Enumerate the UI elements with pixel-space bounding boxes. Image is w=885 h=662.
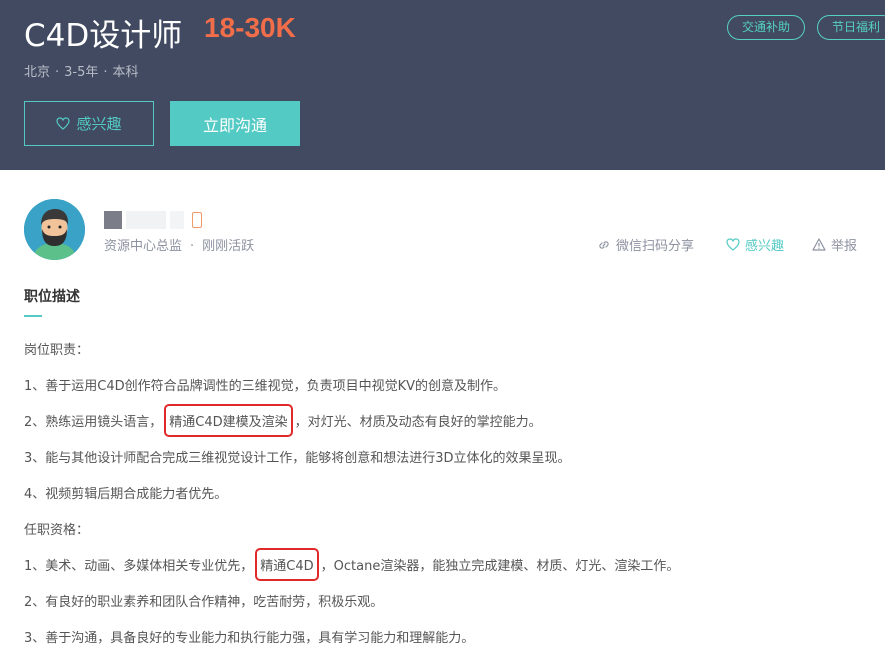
- avatar: [24, 199, 85, 260]
- interest-button-label: 感兴趣: [76, 115, 122, 133]
- poster-name-redacted: [104, 211, 202, 229]
- verified-badge-icon: [192, 212, 202, 228]
- desc-line: 1、美术、动画、多媒体相关专业优先， 精通C4D ，Octane渲染器，能独立完成建…: [24, 548, 680, 581]
- job-experience: 3-5年: [64, 65, 99, 80]
- desc-line: 3、善于沟通，具备良好的专业能力和执行能力强，具有学习能力和理解能力。: [24, 631, 475, 646]
- desc-line: 4、视频剪辑后期合成能力者优先。: [24, 487, 228, 502]
- interest-action-label: 感兴趣: [745, 239, 785, 254]
- report-button[interactable]: 举报: [812, 235, 857, 254]
- highlighted-keyword: 精通C4D: [255, 548, 319, 581]
- heart-icon: [726, 238, 740, 251]
- poster-status: 刚刚活跃: [202, 239, 255, 254]
- meta-separator: ·: [55, 65, 60, 80]
- benefit-tag: 节日福利: [817, 15, 885, 40]
- job-title: C4D设计师: [24, 18, 183, 54]
- section-underline: [24, 315, 42, 317]
- warning-icon: [812, 238, 826, 251]
- meta-separator: ·: [190, 239, 195, 254]
- benefit-tag: 交通补助: [727, 15, 806, 40]
- salary: 18-30K: [204, 12, 296, 43]
- desc-line: 2、有良好的职业素养和团队合作精神，吃苦耐劳，积极乐观。: [24, 595, 384, 610]
- share-button[interactable]: 微信扫码分享: [597, 235, 694, 254]
- highlighted-keyword: 精通C4D建模及渲染: [164, 404, 293, 437]
- desc-text: 2、熟练运用镜头语言，: [24, 415, 163, 430]
- share-label: 微信扫码分享: [616, 239, 695, 254]
- desc-line: 2、熟练运用镜头语言， 精通C4D建模及渲染 ，对灯光、材质及动态有良好的掌控能力。: [24, 404, 542, 437]
- job-meta: 北京 · 3-5年 · 本科: [24, 61, 139, 80]
- desc-line: 1、善于运用C4D创作符合品牌调性的三维视觉，负责项目中视觉KV的创意及制作。: [24, 379, 507, 394]
- interest-button[interactable]: 感兴趣: [24, 101, 154, 146]
- poster-meta: 资源中心总监 · 刚刚活跃: [104, 235, 254, 254]
- poster-title: 资源中心总监: [104, 239, 183, 254]
- desc-heading: 任职资格：: [24, 523, 90, 538]
- chat-button[interactable]: 立即沟通: [170, 101, 300, 146]
- job-header: C4D设计师 18-30K 北京 · 3-5年 · 本科 交通补助 节日福利 感兴趣 立…: [0, 0, 885, 170]
- heart-icon: [56, 117, 71, 130]
- section-title: 职位描述: [24, 289, 80, 305]
- interest-action[interactable]: 感兴趣: [726, 235, 784, 254]
- desc-text: ，Octane渲染器，能独立完成建模、材质、灯光、渲染工作。: [320, 559, 680, 574]
- job-city: 北京: [24, 65, 51, 80]
- meta-separator: ·: [103, 65, 108, 80]
- desc-heading: 岗位职责：: [24, 343, 90, 358]
- desc-text: 1、美术、动画、多媒体相关专业优先，: [24, 559, 254, 574]
- desc-line: 3、能与其他设计师配合完成三维视觉设计工作，能够将创意和想法进行3D立体化的效果…: [24, 451, 571, 466]
- report-label: 举报: [831, 239, 858, 254]
- desc-text: ，对灯光、材质及动态有良好的掌控能力。: [294, 415, 542, 430]
- link-icon: [599, 240, 609, 249]
- job-education: 本科: [112, 65, 139, 80]
